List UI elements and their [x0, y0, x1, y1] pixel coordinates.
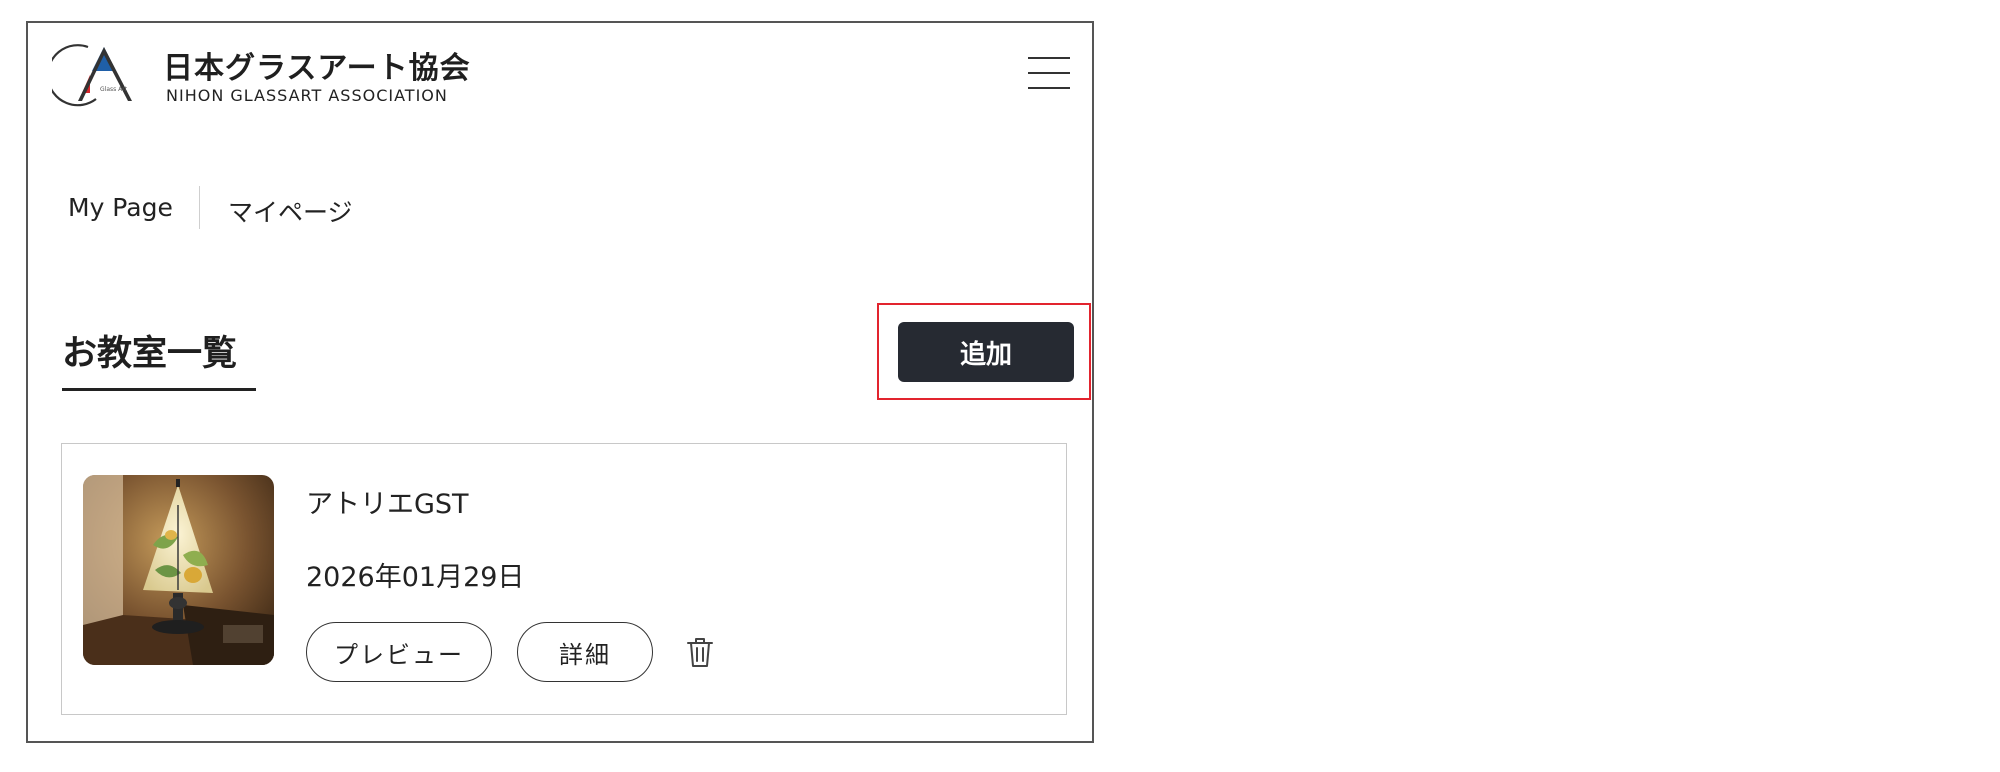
logo-small-text: Glass Art — [100, 86, 128, 93]
hamburger-menu-icon[interactable] — [1028, 55, 1070, 91]
classroom-name[interactable]: アトリエGST — [306, 482, 469, 521]
stained-glass-lamp-image — [83, 475, 274, 665]
brand-name-jp: 日本グラスアート協会 — [163, 51, 471, 86]
brand-name-en: NIHON GLASSART ASSOCIATION — [166, 86, 448, 105]
classroom-date: 2026年01月29日 — [306, 562, 525, 593]
add-button-highlight: 追加 — [877, 303, 1091, 400]
classroom-card: アトリエGST 2026年01月29日 プレビュー 詳細 — [61, 443, 1067, 715]
preview-button[interactable]: プレビュー — [306, 622, 492, 682]
page-title: お教室一覧 — [62, 334, 238, 374]
app-frame: Glass Art 日本グラスアート協会 NIHON GLASSART ASSO… — [26, 21, 1094, 743]
trash-icon[interactable] — [682, 634, 718, 670]
breadcrumb-mypage-en[interactable]: My Page — [68, 193, 173, 222]
detail-button[interactable]: 詳細 — [517, 622, 653, 682]
title-underline — [62, 388, 256, 391]
glassart-logo-icon[interactable]: Glass Art — [52, 41, 152, 111]
breadcrumb-mypage-jp: マイページ — [228, 198, 353, 227]
add-button[interactable]: 追加 — [898, 322, 1074, 382]
breadcrumb-divider — [199, 186, 200, 229]
